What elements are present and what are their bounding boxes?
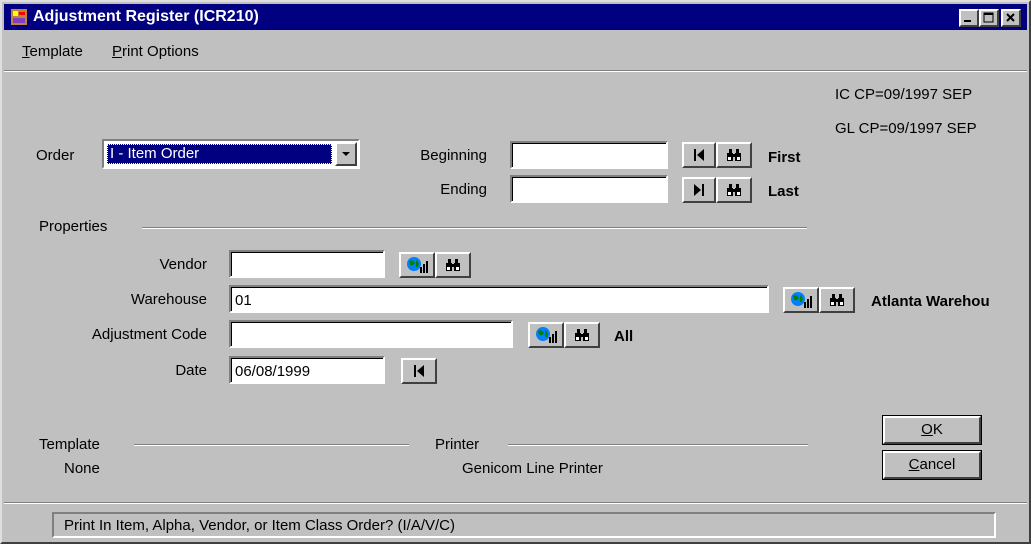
date-input[interactable]: 06/08/1999 [229,356,385,384]
globe-lookup-icon [407,257,428,273]
app-icon [11,9,27,25]
warehouse-lookup-button[interactable] [783,287,819,313]
minimize-button[interactable] [959,9,979,27]
warehouse-search-button[interactable] [819,287,855,313]
vendor-search-button[interactable] [435,252,471,278]
binoculars-icon [575,329,589,341]
globe-lookup-icon [536,327,557,343]
date-label: Date [175,362,207,379]
menu-separator [4,70,1027,72]
ic-period-label: IC CP=09/1997 SEP [835,86,973,103]
binoculars-icon [830,294,844,306]
beginning-first-label: First [768,149,801,166]
window: Adjustment Register (ICR210) Template Pr… [0,0,1031,544]
order-dropdown-button[interactable] [335,142,357,166]
chevron-down-icon [342,152,350,156]
date-reset-button[interactable] [401,358,437,384]
printer-value: Genicom Line Printer [462,460,603,477]
title-bar[interactable]: Adjustment Register (ICR210) [4,4,1027,30]
warehouse-name-label: Atlanta Warehou [871,293,990,310]
warehouse-label: Warehouse [130,291,207,308]
properties-heading: Properties [39,218,108,235]
binoculars-icon [446,259,460,271]
status-separator [4,502,1027,504]
gl-period-label: GL CP=09/1997 SEP [835,120,977,137]
binoculars-icon [727,184,741,196]
order-select[interactable]: I - Item Order [102,139,360,169]
order-selected-value: I - Item Order [107,144,332,164]
printer-divider [508,444,808,446]
adjustment-code-desc-label: All [614,328,634,345]
order-label: Order [36,147,75,164]
beginning-search-button[interactable] [716,142,752,168]
cancel-button[interactable]: Cancel [883,451,981,479]
binoculars-icon [727,149,741,161]
adjustment-code-lookup-button[interactable] [528,322,564,348]
vendor-input[interactable] [229,250,385,278]
ending-label: Ending [440,181,487,198]
properties-divider [142,227,807,229]
close-button[interactable] [1001,9,1021,27]
first-record-icon [414,365,424,377]
beginning-input[interactable] [510,141,668,169]
globe-lookup-icon [791,292,812,308]
adjustment-code-label: Adjustment Code [91,326,207,343]
first-record-button[interactable] [682,142,716,168]
ending-last-label: Last [768,183,799,200]
template-heading: Template [39,436,100,453]
template-divider [134,444,409,446]
status-bar: Print In Item, Alpha, Vendor, or Item Cl… [52,512,996,538]
adjustment-code-input[interactable] [229,320,513,348]
maximize-icon [983,12,994,23]
close-icon [1006,13,1015,22]
vendor-label: Vendor [159,256,207,273]
last-record-icon [694,184,704,196]
minimize-icon [964,20,971,22]
printer-heading: Printer [435,436,480,453]
ending-input[interactable] [510,175,668,203]
maximize-button[interactable] [979,9,999,27]
template-value: None [64,460,100,477]
ending-search-button[interactable] [716,177,752,203]
adjustment-code-search-button[interactable] [564,322,600,348]
menu-template[interactable]: Template [22,43,83,60]
window-title: Adjustment Register (ICR210) [33,8,259,25]
menu-print-options[interactable]: Print Options [112,43,199,60]
beginning-label: Beginning [420,147,487,164]
menu-bar: Template Print Options [4,40,1027,64]
last-record-button[interactable] [682,177,716,203]
warehouse-input[interactable]: 01 [229,285,769,313]
ok-button[interactable]: OK [883,416,981,444]
first-record-icon [694,149,704,161]
vendor-lookup-button[interactable] [399,252,435,278]
